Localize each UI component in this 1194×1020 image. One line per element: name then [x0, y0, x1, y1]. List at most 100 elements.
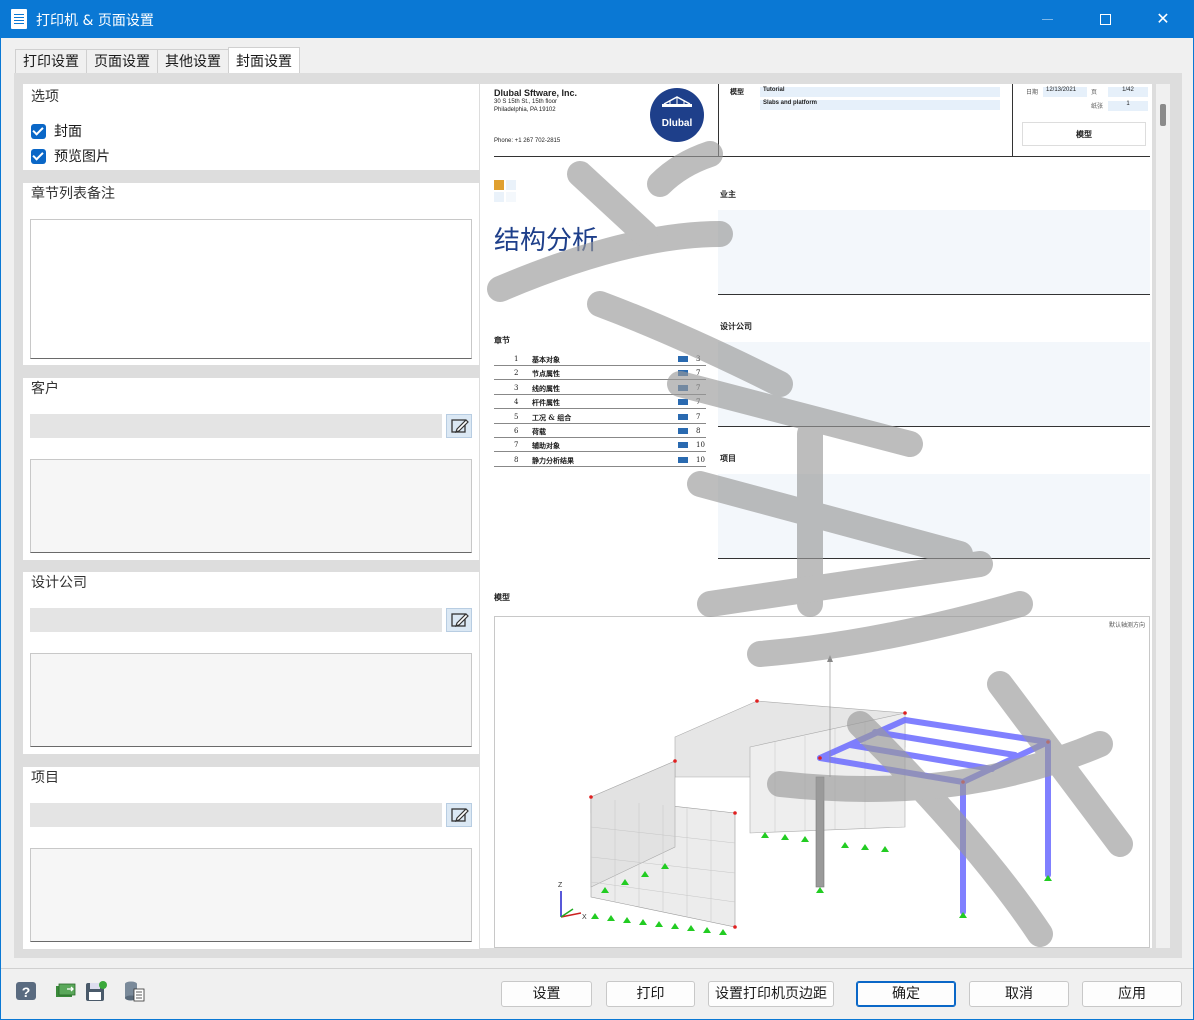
cover-label: 封面 — [54, 124, 82, 140]
chapter-row: 6 荷载 8 — [494, 424, 706, 438]
chapter-page: 3 — [696, 355, 701, 363]
blue-square — [506, 192, 516, 202]
axis-triad: Z X — [558, 882, 587, 921]
tab-bar: 打印设置 页面设置 其他设置 封面设置 — [15, 47, 300, 73]
design-area — [718, 342, 1150, 426]
scrollbar-thumb[interactable] — [1160, 104, 1166, 126]
client-panel: 客户 — [23, 378, 479, 560]
tab-page-settings[interactable]: 页面设置 — [86, 49, 158, 73]
chapter-notes-title: 章节列表备注 — [31, 186, 115, 202]
chapter-name: 辅助对象 — [532, 441, 560, 451]
close-icon: ✕ — [1156, 9, 1170, 28]
money-export-icon — [56, 983, 76, 997]
design-company-textarea[interactable] — [30, 653, 472, 747]
concrete-column — [815, 776, 825, 888]
preview-chapters-label: 章节 — [494, 335, 510, 345]
export-button[interactable] — [53, 978, 79, 1004]
help-button[interactable]: ? — [13, 978, 39, 1004]
preview-project-label: 项目 — [720, 453, 736, 463]
client-edit-button[interactable] — [446, 414, 472, 438]
document-icon — [11, 9, 27, 29]
header-divider — [1012, 84, 1013, 156]
project-textarea[interactable] — [30, 848, 472, 942]
preview-sheet-value: 1 — [1108, 101, 1148, 111]
chapter-row: 5 工况 & 组合 7 — [494, 410, 706, 424]
svg-text:Z: Z — [558, 882, 563, 889]
load-arrow-head — [827, 655, 833, 662]
client-select[interactable] — [30, 414, 442, 438]
client-title: 客户 — [31, 381, 59, 397]
design-company-edit-button[interactable] — [446, 608, 472, 632]
preview-main-title: 结构分析 — [494, 226, 599, 256]
project-panel: 项目 — [23, 767, 479, 949]
tab-print-settings[interactable]: 打印设置 — [15, 49, 87, 73]
cancel-button[interactable]: 取消 — [969, 981, 1069, 1007]
chapter-number: 7 — [514, 441, 519, 450]
preview-checkbox-row[interactable]: 预览图片 — [31, 146, 110, 166]
preview-owner-label: 业主 — [720, 189, 736, 199]
project-title: 项目 — [31, 770, 59, 786]
chapter-page: 7 — [696, 369, 701, 378]
chapter-row: 4 杆件属性 7 — [494, 395, 706, 410]
printer-margins-button[interactable]: 设置打印机页边距 — [708, 981, 834, 1007]
tab-cover-settings[interactable]: 封面设置 — [228, 47, 300, 73]
owner-line — [718, 294, 1150, 295]
preview-date-value: 12/13/2021 — [1043, 87, 1087, 97]
project-line — [718, 558, 1150, 559]
options-panel: 选项 封面 预览图片 — [23, 84, 479, 170]
chapter-row: 3 线的属性 7 — [494, 381, 706, 395]
logo-text: Dlubal — [661, 118, 693, 129]
chapter-page: 7 — [696, 412, 701, 421]
maximize-icon — [1099, 14, 1111, 25]
database-button[interactable] — [121, 978, 147, 1004]
maximize-button[interactable] — [1076, 0, 1134, 38]
project-edit-button[interactable] — [446, 803, 472, 827]
project-area — [718, 474, 1150, 558]
tab-other-settings[interactable]: 其他设置 — [157, 49, 229, 73]
close-button[interactable]: ✕ — [1134, 0, 1192, 38]
minimize-button[interactable] — [1018, 0, 1076, 38]
preview-company-name: Dlubal Sftware, Inc. — [494, 88, 578, 98]
chapter-page: 8 — [696, 427, 701, 435]
project-select[interactable] — [30, 803, 442, 827]
preview-date-label: 日期 — [1026, 90, 1039, 96]
chapter-row: 8 静力分析结果 10 — [494, 453, 706, 467]
design-company-title: 设计公司 — [31, 575, 87, 591]
save-icon — [86, 981, 107, 1001]
design-line — [718, 426, 1150, 427]
ok-button[interactable]: 确定 — [856, 981, 956, 1007]
client-textarea[interactable] — [30, 459, 472, 553]
chapter-page: 10 — [696, 455, 705, 464]
preview-sheet-label: 纸张 — [1091, 104, 1104, 110]
minimize-icon — [1041, 19, 1053, 20]
chapter-row: 7 辅助对象 10 — [494, 438, 706, 453]
chapter-name: 基本对象 — [532, 355, 560, 364]
preview-company-address2: Philadelphia, PA 19102 — [494, 107, 556, 113]
preview-page-value: 1/42 — [1108, 87, 1148, 97]
settings-button[interactable]: 设置 — [501, 981, 592, 1007]
print-button[interactable]: 打印 — [606, 981, 695, 1007]
cover-checkbox-row[interactable]: 封面 — [31, 121, 82, 141]
chapter-page: 7 — [696, 398, 701, 407]
cover-preview: Dlubal Sftware, Inc. 30 S 15th St., 15th… — [480, 84, 1152, 948]
preview-model-box: 模型 — [1022, 122, 1146, 146]
apply-button[interactable]: 应用 — [1082, 981, 1182, 1007]
chapter-page-icon — [678, 384, 688, 391]
help-icon: ? — [16, 982, 36, 1000]
chapter-notes-textarea[interactable] — [30, 219, 472, 359]
preview-scrollbar[interactable] — [1156, 84, 1170, 948]
save-settings-button[interactable] — [83, 978, 109, 1004]
preview-design-label: 设计公司 — [720, 321, 752, 331]
chapter-number: 2 — [514, 369, 519, 378]
preview-image-checkbox[interactable] — [31, 148, 46, 164]
chapter-number: 4 — [514, 398, 519, 407]
edit-icon — [451, 419, 469, 433]
edit-icon — [451, 613, 469, 627]
preview-model-value1: Tutorial — [760, 87, 1000, 97]
chapter-name: 杆件属性 — [532, 398, 560, 408]
chapter-page-icon — [678, 442, 688, 449]
chapter-name: 节点属性 — [532, 369, 560, 379]
cover-checkbox[interactable] — [31, 123, 46, 139]
design-company-select[interactable] — [30, 608, 442, 632]
preview-page-label: 页 — [1091, 90, 1098, 96]
